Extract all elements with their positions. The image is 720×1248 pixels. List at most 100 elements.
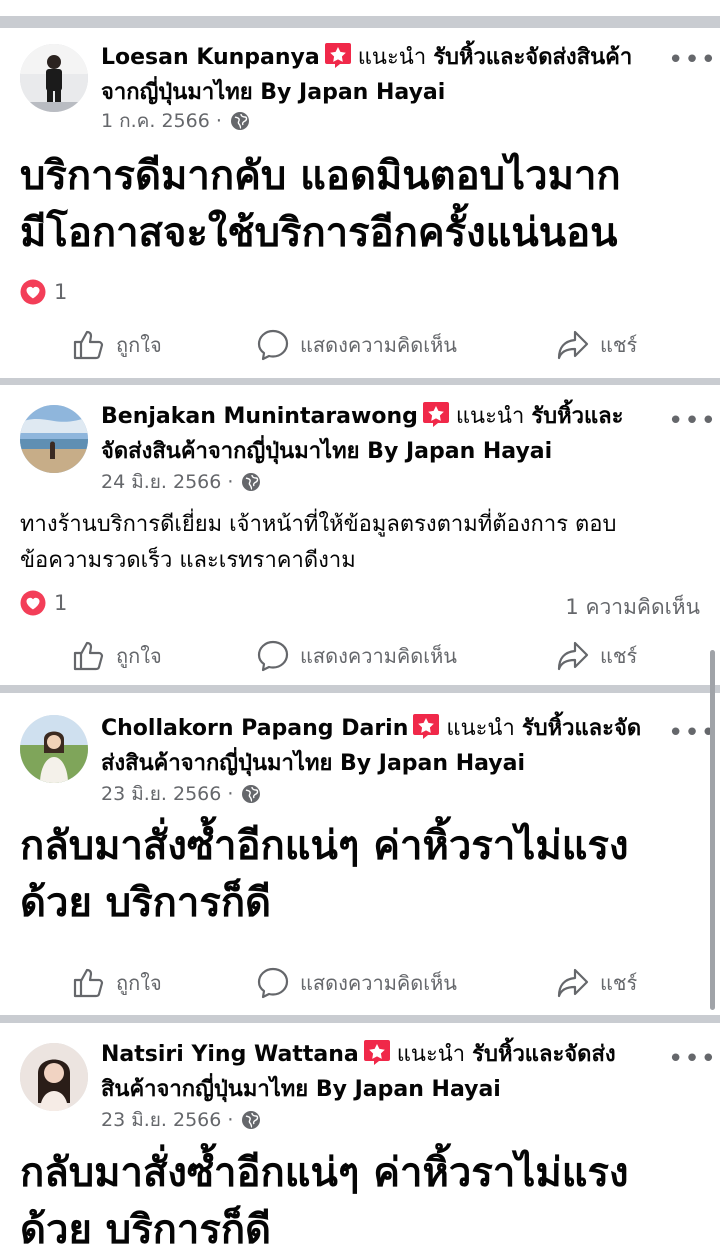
portrait-photo-icon [20,1043,88,1111]
author-name[interactable]: Chollakorn Papang Darin [101,716,408,741]
love-reaction-icon [20,590,46,616]
post-body-line: มีโอกาสจะใช้บริการอีกครั้งแน่นอน [20,210,618,256]
recommend-badge-icon [422,402,449,427]
post-date[interactable]: 23 มิ.ย. 2566 · [101,1109,233,1131]
share-label: แชร์ [600,333,638,357]
like-button[interactable]: ถูกใจ [72,325,162,365]
page-name-cont[interactable]: จัดส่งสินค้าจากญี่ปุ่นมาไทย By Japan Hay… [101,439,552,464]
like-button[interactable]: ถูกใจ [72,963,162,1003]
post-body-line: กลับมาสั่งซ้ำอีกแน่ๆ ค่าหิ้วราไม่แรง [20,1150,629,1196]
share-label: แชร์ [600,971,638,995]
share-button[interactable]: แชร์ [556,963,637,1003]
page-name[interactable]: รับหิ้วและจัดส่ง [472,1042,615,1067]
post-body-line: ทางร้านบริการดีเยี่ยม เจ้าหน้าที่ให้ข้อม… [20,512,617,537]
post-body-line: ด้วย บริการก็ดี [20,1207,272,1248]
post-body-line: บริการดีมากคับ แอดมินตอบไวมาก [20,153,621,199]
post-header: Benjakan Munintarawong แนะนำ รับหิ้วและ จ… [101,399,650,469]
avatar[interactable] [20,405,88,473]
more-options-icon[interactable]: ••• [668,1046,716,1072]
thumbs-up-icon [73,968,104,998]
comment-label: แสดงความคิดเห็น [300,971,457,995]
thumbs-up-icon [73,641,104,671]
page-name[interactable]: รับหิ้วและจัดส่งสินค้า [433,45,632,70]
globe-icon [242,785,261,803]
share-arrow-icon [557,968,589,998]
like-label: ถูกใจ [116,971,162,995]
post-meta: 23 มิ.ย. 2566 · [101,781,261,807]
thumbs-up-icon [73,330,104,360]
post-meta: 23 มิ.ย. 2566 · [101,1107,261,1133]
action-bar: ถูกใจ แสดงความคิดเห็น แชร์ [0,325,720,365]
post-body-line: ข้อความรวดเร็ว และเรทราคาดีงาม [20,548,356,573]
comment-button[interactable]: แสดงความคิดเห็น [256,636,457,676]
avatar[interactable] [20,44,88,112]
post-body: ทางร้านบริการดีเยี่ยม เจ้าหน้าที่ให้ข้อม… [20,507,700,579]
more-options-icon[interactable]: ••• [668,720,716,746]
review-post: Benjakan Munintarawong แนะนำ รับหิ้วและ จ… [0,385,720,685]
action-bar: ถูกใจ แสดงความคิดเห็น แชร์ [0,963,720,1003]
share-label: แชร์ [600,644,638,668]
page-name-cont[interactable]: จากญี่ปุ่นมาไทย By Japan Hayai [101,80,445,105]
like-label: ถูกใจ [116,644,162,668]
more-options-icon[interactable]: ••• [668,47,716,73]
post-meta: 24 มิ.ย. 2566 · [101,469,261,495]
comment-label: แสดงความคิดเห็น [300,333,457,357]
like-button[interactable]: ถูกใจ [72,636,162,676]
review-post: Loesan Kunpanya แนะนำ รับหิ้วและจัดส่งสิน… [0,28,720,378]
comment-button[interactable]: แสดงความคิดเห็น [256,963,457,1003]
comment-bubble-icon [257,329,289,361]
field-photo-icon [20,715,88,783]
post-date[interactable]: 23 มิ.ย. 2566 · [101,783,233,805]
action-bar: ถูกใจ แสดงความคิดเห็น แชร์ [0,636,720,676]
recommend-label: แนะนำ [455,404,525,429]
recommend-badge-icon [413,714,440,739]
post-body: บริการดีมากคับ แอดมินตอบไวมาก มีโอกาสจะใ… [20,148,700,262]
reaction-summary[interactable]: 1 [20,278,67,306]
globe-icon [242,473,261,491]
post-body-line: ด้วย บริการก็ดี [20,880,272,926]
page-name[interactable]: รับหิ้วและจัด [522,716,641,741]
avatar[interactable] [20,1043,88,1111]
page-name-cont[interactable]: สินค้าจากญี่ปุ่นมาไทย By Japan Hayai [101,1077,501,1102]
share-button[interactable]: แชร์ [556,636,637,676]
review-post: Chollakorn Papang Darin แนะนำ รับหิ้วและจ… [0,693,720,1015]
person-photo-icon [20,44,88,112]
review-post: Natsiri Ying Wattana แนะนำ รับหิ้วและจัดส… [0,1023,720,1248]
share-button[interactable]: แชร์ [556,325,637,365]
author-name[interactable]: Natsiri Ying Wattana [101,1042,359,1067]
scrollbar[interactable] [710,650,715,1010]
top-edge [0,0,720,22]
reaction-summary[interactable]: 1 [20,589,67,617]
post-date[interactable]: 24 มิ.ย. 2566 · [101,471,233,493]
post-body-line: กลับมาสั่งซ้ำอีกแน่ๆ ค่าหิ้วราไม่แรง [20,823,629,869]
post-meta: 1 ก.ค. 2566 · [101,108,250,134]
love-reaction-icon [20,279,46,305]
recommend-label: แนะนำ [396,1042,466,1067]
recommend-badge-icon [324,43,351,68]
share-arrow-icon [557,330,589,360]
post-header: Loesan Kunpanya แนะนำ รับหิ้วและจัดส่งสิน… [101,40,650,110]
avatar[interactable] [20,715,88,783]
globe-icon [242,1111,261,1129]
page-name-cont[interactable]: ส่งสินค้าจากญี่ปุ่นมาไทย By Japan Hayai [101,751,525,776]
post-body: กลับมาสั่งซ้ำอีกแน่ๆ ค่าหิ้วราไม่แรง ด้ว… [20,1145,700,1248]
reaction-count: 1 [54,280,68,304]
comment-count[interactable]: 1 ความคิดเห็น [565,591,700,624]
page-name[interactable]: รับหิ้วและ [531,404,623,429]
author-name[interactable]: Benjakan Munintarawong [101,404,418,429]
comment-button[interactable]: แสดงความคิดเห็น [256,325,457,365]
reaction-count: 1 [54,591,68,615]
beach-photo-icon [20,405,88,473]
more-options-icon[interactable]: ••• [668,408,716,434]
recommend-badge-icon [363,1040,390,1065]
post-date[interactable]: 1 ก.ค. 2566 · [101,110,222,132]
like-label: ถูกใจ [116,333,162,357]
post-header: Chollakorn Papang Darin แนะนำ รับหิ้วและจ… [101,711,650,781]
recommend-label: แนะนำ [357,45,427,70]
author-name[interactable]: Loesan Kunpanya [101,45,320,70]
comment-label: แสดงความคิดเห็น [300,644,457,668]
recommend-label: แนะนำ [446,716,515,741]
comment-bubble-icon [257,640,289,672]
globe-icon [230,112,249,130]
comment-bubble-icon [257,967,289,999]
